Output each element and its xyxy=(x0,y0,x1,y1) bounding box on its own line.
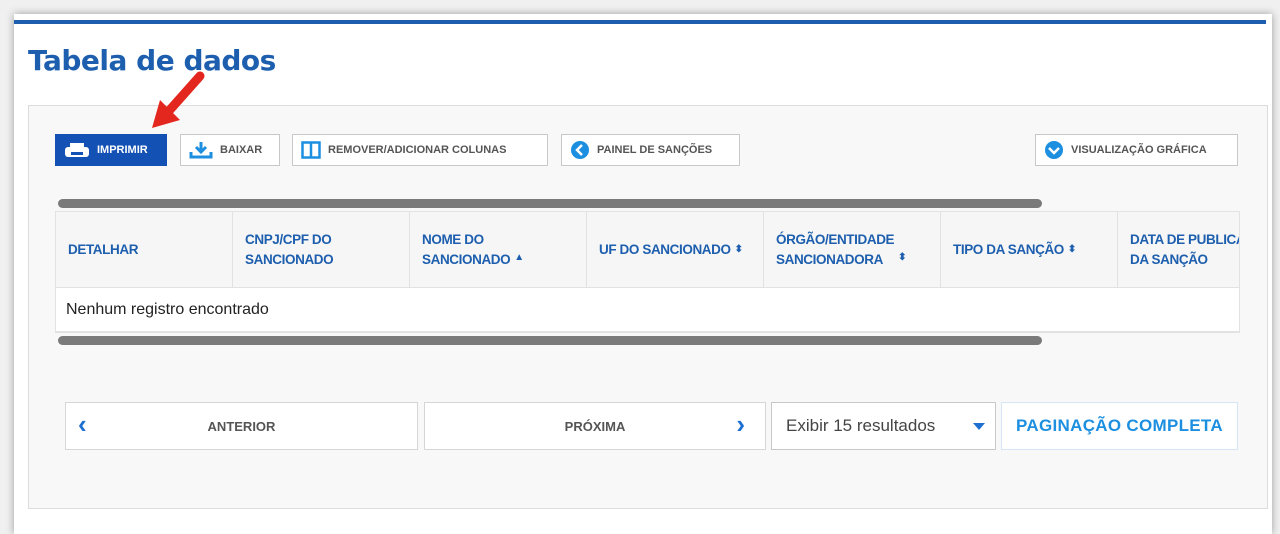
previous-page-label: ANTERIOR xyxy=(207,418,276,434)
printer-icon xyxy=(64,142,90,158)
next-page-label: PRÓXIMA xyxy=(564,418,626,434)
sort-ascending-icon: ▲ xyxy=(514,252,524,263)
sort-icon: ⬍ xyxy=(898,252,907,263)
previous-page-button[interactable]: ‹ ANTERIOR xyxy=(65,402,418,450)
annotation-arrow-icon xyxy=(152,71,205,128)
toggle-columns-label: REMOVER/ADICIONAR COLUNAS xyxy=(328,144,507,156)
title-accent-line xyxy=(14,20,1266,24)
sort-icon: ⬍ xyxy=(734,244,743,255)
chevron-down-circle-icon xyxy=(1044,140,1064,160)
column-header-cnpj-cpf[interactable]: CNPJ/CPF DO SANCIONADO xyxy=(233,212,410,288)
sanctions-panel-label: PAINEL DE SANÇÕES xyxy=(597,144,713,156)
empty-table-message: Nenhum registro encontrado xyxy=(56,288,1239,332)
column-header-sanction-type[interactable]: TIPO DA SANÇÃO ⬍ xyxy=(941,212,1118,288)
caret-down-icon xyxy=(973,423,985,430)
toggle-columns-button[interactable]: REMOVER/ADICIONAR COLUNAS xyxy=(292,134,548,166)
sanctions-table: DETALHAR CNPJ/CPF DO SANCIONADO NOME DO … xyxy=(55,211,1240,333)
full-pagination-button[interactable]: PAGINAÇÃO COMPLETA xyxy=(1001,402,1238,450)
columns-icon xyxy=(301,141,321,159)
print-button-label: IMPRIMIR xyxy=(97,144,148,156)
chart-view-button[interactable]: VISUALIZAÇÃO GRÁFICA xyxy=(1035,134,1238,166)
column-header-detail[interactable]: DETALHAR xyxy=(56,212,233,288)
download-icon xyxy=(189,141,213,159)
page-size-select[interactable]: Exibir 15 resultados xyxy=(771,402,996,450)
horizontal-scrollbar-top[interactable] xyxy=(58,199,1042,208)
print-button[interactable]: IMPRIMIR xyxy=(55,134,167,166)
chart-view-label: VISUALIZAÇÃO GRÁFICA xyxy=(1071,144,1207,156)
column-header-uf[interactable]: UF DO SANCIONADO ⬍ xyxy=(587,212,764,288)
column-header-publication-date[interactable]: DATA DE PUBLICAÇÃO DA SANÇÃO⬍ xyxy=(1118,212,1239,288)
sort-icon: ⬍ xyxy=(1067,244,1076,255)
table-header: DETALHAR CNPJ/CPF DO SANCIONADO NOME DO … xyxy=(56,212,1239,288)
chevron-right-icon: › xyxy=(736,409,745,439)
chevron-left-circle-icon xyxy=(570,140,590,160)
next-page-button[interactable]: PRÓXIMA › xyxy=(424,402,766,450)
page-size-value: Exibir 15 resultados xyxy=(786,416,936,435)
column-header-name[interactable]: NOME DO SANCIONADO ▲ xyxy=(410,212,587,288)
horizontal-scrollbar-bottom[interactable] xyxy=(58,336,1042,345)
column-header-agency[interactable]: ÓRGÃO/ENTIDADE SANCIONADORA ⬍ xyxy=(764,212,941,288)
download-button-label: BAIXAR xyxy=(220,144,263,156)
sanctions-panel-button[interactable]: PAINEL DE SANÇÕES xyxy=(561,134,740,166)
download-button[interactable]: BAIXAR xyxy=(180,134,280,166)
